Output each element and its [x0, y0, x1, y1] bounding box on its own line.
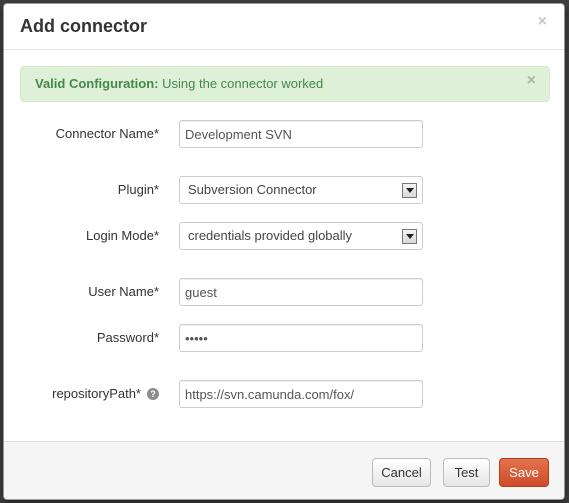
alert-title: Valid Configuration: [35, 76, 159, 91]
plugin-selected-value: Subversion Connector [188, 182, 317, 197]
repository-path-label-group: repositoryPath*? [52, 386, 159, 401]
chevron-down-icon[interactable] [402, 183, 417, 198]
repository-path-input[interactable] [179, 380, 423, 408]
test-button[interactable]: Test [443, 458, 490, 487]
login-mode-label: Login Mode* [86, 228, 159, 243]
alert-close-icon[interactable]: × [527, 73, 536, 89]
login-mode-select[interactable]: credentials provided globally [179, 222, 423, 250]
alert-message: Using the connector worked [162, 76, 324, 91]
question-circle-icon[interactable]: ? [147, 388, 159, 400]
chevron-down-icon[interactable] [402, 229, 417, 244]
repository-path-label: repositoryPath* [52, 386, 141, 401]
password-label: Password* [96, 330, 159, 345]
modal-header: Add connector × [4, 4, 564, 50]
modal-footer: Cancel Test Save [4, 441, 564, 499]
user-name-input[interactable] [179, 278, 423, 306]
repository-path-row: repositoryPath*? [4, 380, 564, 408]
success-alert: Valid Configuration: Using the connector… [20, 66, 550, 102]
save-button[interactable]: Save [499, 458, 549, 487]
connector-name-input[interactable] [179, 120, 423, 148]
add-connector-dialog: Add connector × Valid Configuration: Usi… [3, 3, 565, 500]
cancel-button[interactable]: Cancel [372, 458, 431, 487]
login-mode-row: Login Mode* credentials provided globall… [4, 222, 564, 250]
password-row: Password* [4, 324, 564, 352]
plugin-row: Plugin* Subversion Connector [4, 176, 564, 204]
connector-name-label: Connector Name* [55, 126, 159, 141]
close-icon[interactable]: × [538, 14, 547, 30]
user-name-label: User Name* [88, 284, 159, 299]
password-input[interactable] [179, 324, 423, 352]
plugin-label: Plugin* [117, 182, 159, 197]
plugin-select[interactable]: Subversion Connector [179, 176, 423, 204]
login-mode-selected-value: credentials provided globally [188, 228, 353, 243]
modal-title: Add connector [20, 16, 148, 36]
user-name-row: User Name* [4, 278, 564, 306]
connector-name-row: Connector Name* [4, 120, 564, 148]
